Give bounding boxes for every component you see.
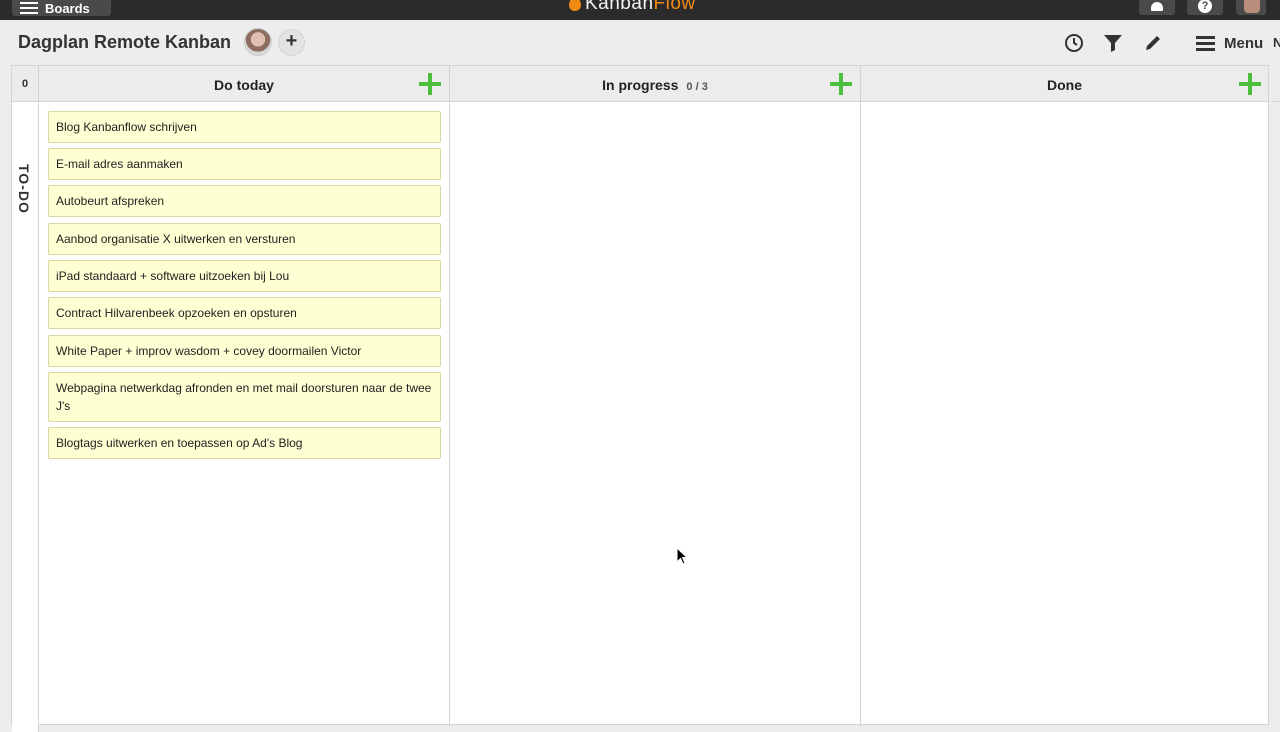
task-card[interactable]: Contract Hilvarenbeek opzoeken en opstur… (48, 297, 441, 329)
clock-icon[interactable] (1063, 32, 1085, 54)
column-title-text: Done (1047, 77, 1082, 93)
column-header-done[interactable]: Done (861, 66, 1268, 102)
column-header-in-progress[interactable]: In progress 0 / 3 (450, 66, 860, 102)
user-avatar-button[interactable] (1236, 0, 1266, 15)
task-card[interactable]: iPad standaard + software uitzoeken bij … (48, 260, 441, 292)
task-card[interactable]: Blogtags uitwerken en toepassen op Ad's … (48, 427, 441, 459)
menu-icon (1196, 36, 1215, 51)
column-title-text: In progress (602, 77, 679, 93)
help-icon: ? (1198, 0, 1212, 13)
wip-limit: 0 / 3 (686, 81, 708, 93)
board-header: Dagplan Remote Kanban + Menu N (0, 20, 1280, 65)
notifications-button[interactable] (1139, 0, 1175, 15)
add-member-button[interactable]: + (278, 29, 305, 56)
board-scroll-edge (1270, 65, 1280, 720)
add-task-icon[interactable] (1239, 73, 1261, 95)
bell-icon (1151, 2, 1163, 11)
logo-text-kanban: Kanban (585, 0, 654, 14)
swimlane-label: TO-DO (16, 164, 32, 214)
hamburger-icon (20, 2, 38, 14)
boards-button[interactable]: Boards (12, 0, 111, 16)
kanban-board: 0 TO-DO Do today In progress 0 / 3 Done B… (11, 65, 1269, 732)
avatar (1244, 0, 1260, 13)
logo-text-flow: Flow (653, 0, 696, 14)
task-card[interactable]: Webpagina netwerkdag afronden en met mai… (48, 372, 441, 422)
task-card[interactable]: Autobeurt afspreken (48, 185, 441, 217)
swimlane-todo[interactable]: TO-DO (12, 102, 39, 732)
add-task-icon[interactable] (419, 73, 441, 95)
column-title: Done (861, 66, 1268, 102)
flame-icon (569, 0, 581, 11)
pencil-icon[interactable] (1142, 32, 1164, 54)
column-title-text: Do today (214, 77, 274, 93)
add-task-icon[interactable] (830, 73, 852, 95)
menu-button[interactable]: Menu (1196, 33, 1263, 53)
task-card[interactable]: E-mail adres aanmaken (48, 148, 441, 180)
column-header-do-today[interactable]: Do today (39, 66, 449, 102)
column-title: In progress 0 / 3 (450, 66, 860, 102)
kanbanflow-logo: Kanban Flow (569, 0, 696, 14)
task-card[interactable]: Aanbod organisatie X uitwerken en verstu… (48, 223, 441, 255)
clipped-header-text: N (1273, 35, 1280, 50)
column-divider (449, 66, 450, 726)
column-divider (860, 66, 861, 726)
help-button[interactable]: ? (1187, 0, 1223, 15)
member-avatar[interactable] (244, 28, 272, 56)
top-bar: Boards Kanban Flow ? (0, 0, 1280, 20)
mouse-cursor-icon (676, 547, 688, 565)
column-title: Do today (39, 66, 449, 102)
swimlane-count: 0 (12, 66, 39, 102)
menu-label: Menu (1224, 34, 1264, 52)
boards-label: Boards (45, 1, 90, 16)
filter-icon[interactable] (1102, 32, 1124, 54)
board-title: Dagplan Remote Kanban (18, 32, 232, 52)
task-card[interactable]: Blog Kanbanflow schrijven (48, 111, 441, 143)
task-card[interactable]: White Paper + improv wasdom + covey door… (48, 335, 441, 367)
